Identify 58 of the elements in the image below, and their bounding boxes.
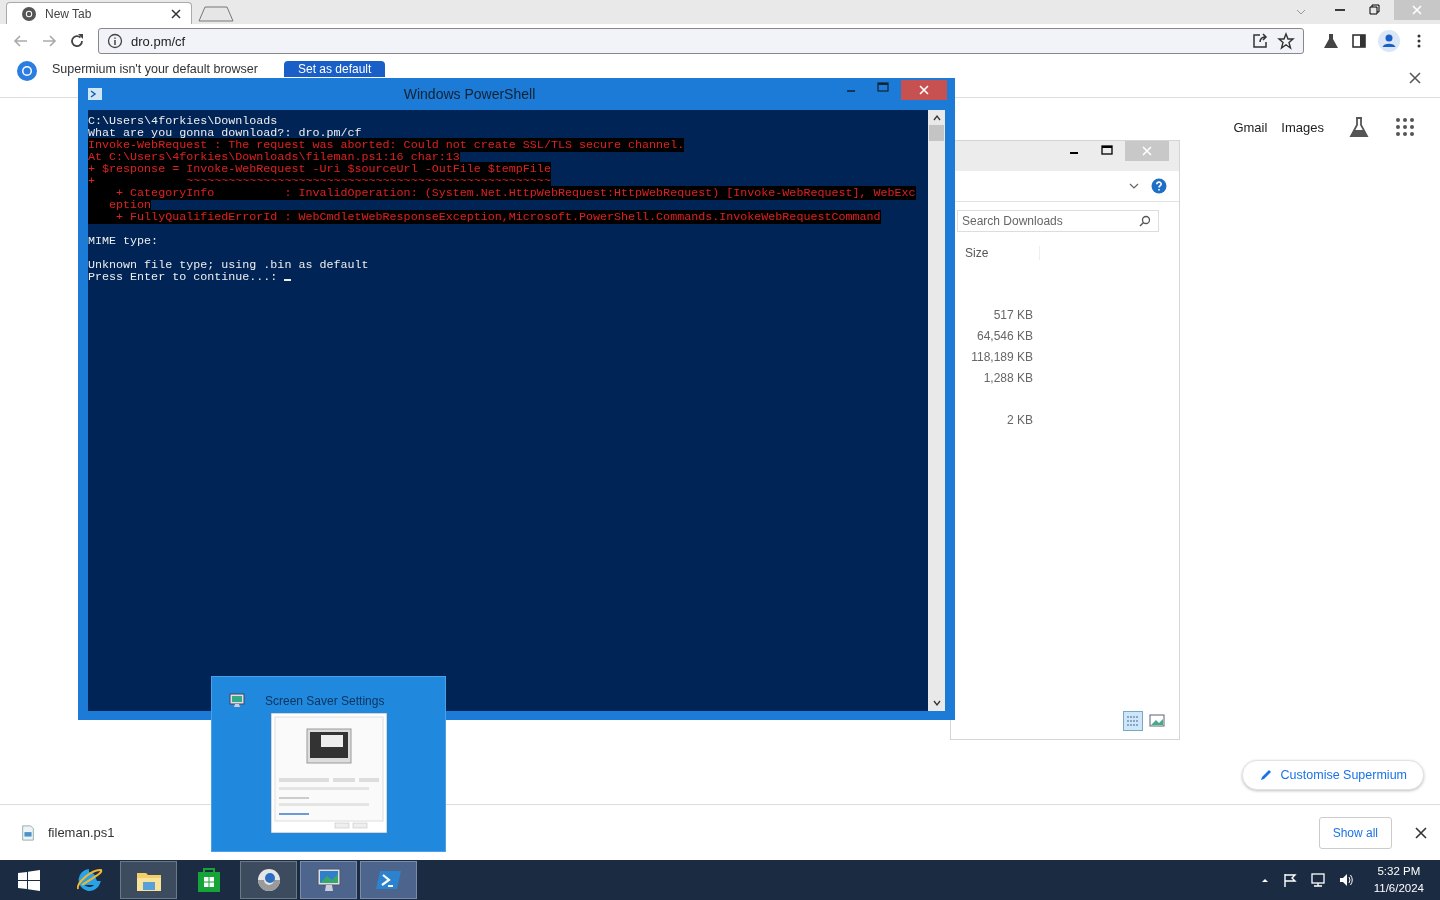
flask-icon[interactable] <box>1322 32 1340 50</box>
apps-icon[interactable] <box>1394 116 1416 138</box>
column-header[interactable]: Size <box>965 246 1040 260</box>
address-bar[interactable]: dro.pm/cf <box>98 28 1304 54</box>
thumbnail-title: Screen Saver Settings <box>265 694 385 708</box>
infobar-message: Supermium isn't your default browser <box>52 62 258 77</box>
close-button[interactable] <box>901 80 947 100</box>
search-icon <box>1139 215 1151 227</box>
new-tab-button[interactable] <box>198 6 234 22</box>
flask-icon[interactable] <box>1348 116 1370 138</box>
help-icon[interactable] <box>1151 178 1167 194</box>
console-line: C:\Users\4forkies\Downloads <box>88 114 278 128</box>
text-cursor <box>284 279 292 281</box>
set-as-default-button[interactable]: Set as default <box>283 61 386 77</box>
search-field[interactable]: Search Downloads <box>957 210 1159 232</box>
customise-button[interactable]: Customise Supermium <box>1241 760 1424 790</box>
browser-logo-icon <box>21 5 37 22</box>
close-icon[interactable] <box>1408 71 1422 85</box>
download-file-name[interactable]: fileman.ps1 <box>48 825 115 840</box>
monitor-icon <box>229 693 245 709</box>
show-all-button[interactable]: Show all <box>1318 816 1392 849</box>
speaker-icon[interactable] <box>1337 872 1354 888</box>
reload-icon[interactable] <box>68 32 86 50</box>
scrollbar[interactable] <box>928 110 945 711</box>
console-line: Unknown file type; using .bin as default <box>88 258 369 272</box>
clock-time: 5:32 PM <box>1377 864 1421 879</box>
console-line: MIME type: <box>88 234 159 248</box>
taskbar-button[interactable] <box>240 861 297 899</box>
flag-icon[interactable] <box>1281 872 1298 888</box>
console-line: What are you gonna download?: dro.pm/cf <box>88 126 362 140</box>
browser-tab[interactable]: New Tab <box>6 2 192 24</box>
chevron-down-icon[interactable] <box>1129 181 1139 191</box>
network-icon[interactable] <box>1309 872 1326 888</box>
taskbar-button[interactable] <box>120 861 177 899</box>
close-icon[interactable] <box>1414 825 1428 840</box>
table-cell: 118,189 KB <box>971 349 1033 364</box>
scrollbar-thumb[interactable] <box>929 125 944 141</box>
chevron-down-icon[interactable] <box>931 698 942 708</box>
close-icon[interactable] <box>171 8 181 19</box>
browser-logo-icon <box>16 60 38 82</box>
star-icon[interactable] <box>1277 32 1295 50</box>
console-line: Press Enter to continue...: <box>88 270 279 284</box>
info-icon <box>107 33 123 49</box>
table-cell: 64,546 KB <box>976 328 1033 343</box>
side-panel-icon[interactable] <box>1350 32 1368 50</box>
table-cell: 1,288 KB <box>983 370 1033 385</box>
pencil-icon <box>1258 768 1273 782</box>
powershell-icon <box>88 87 102 101</box>
clock-date: 11/6/2024 <box>1373 881 1424 896</box>
table-cell: 517 KB <box>993 307 1033 322</box>
chevron-up-icon[interactable] <box>931 113 942 123</box>
profile-icon[interactable] <box>1378 30 1400 52</box>
file-icon <box>20 824 36 841</box>
window-title: Windows PowerShell <box>402 86 537 102</box>
share-icon[interactable] <box>1251 32 1269 50</box>
table-cell: 2 KB <box>1007 412 1033 427</box>
header-link[interactable]: Images <box>1281 119 1324 135</box>
header-link[interactable]: Gmail <box>1233 119 1268 135</box>
